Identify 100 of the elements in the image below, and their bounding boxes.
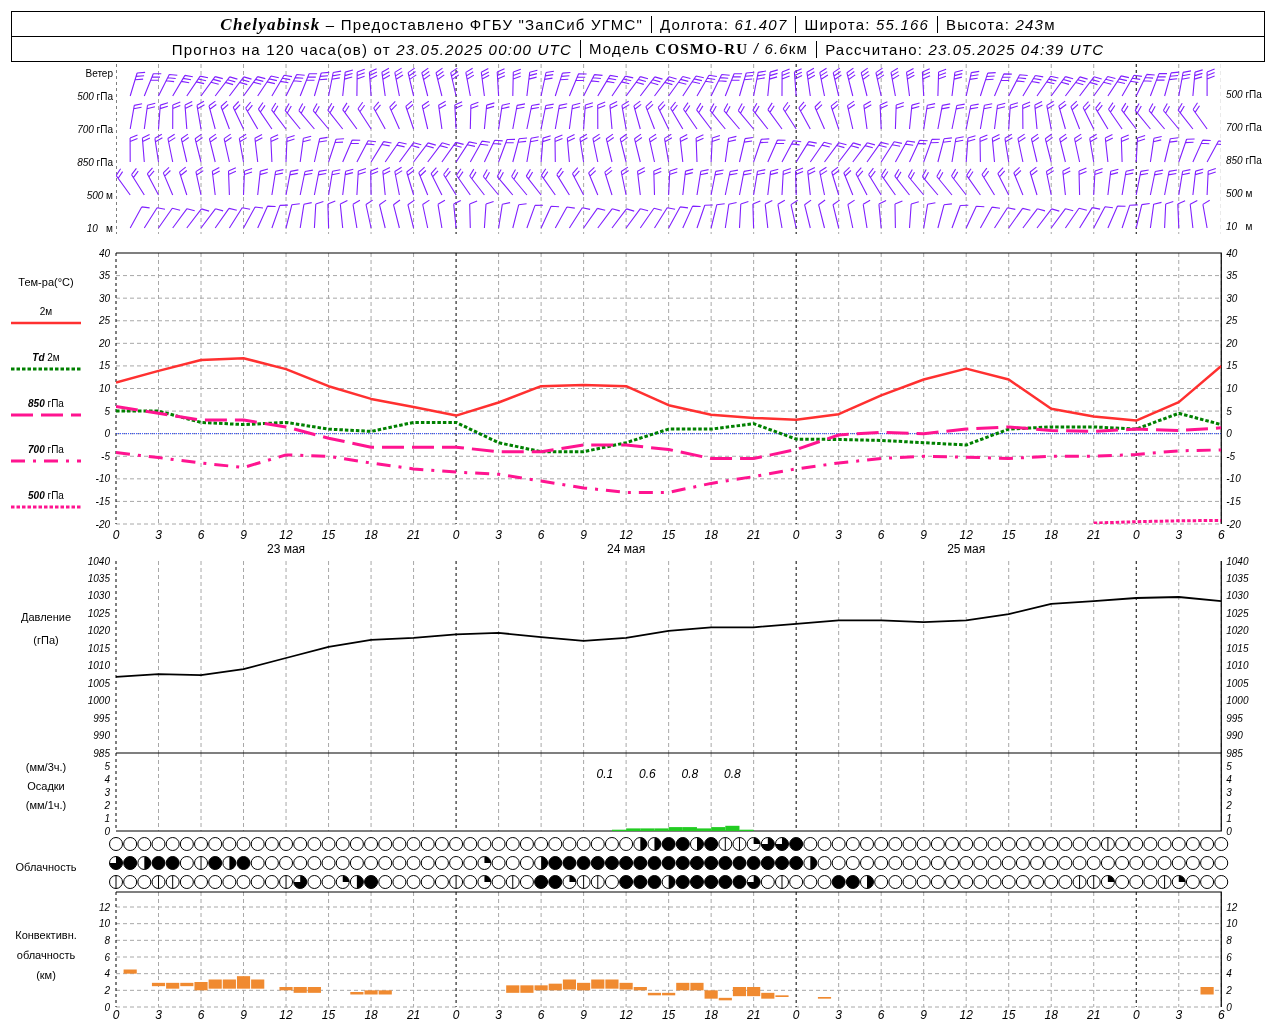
axis-tick-label: 15 [1226, 360, 1238, 372]
axis-tick-label: 1000 [1226, 695, 1249, 707]
axis-tick-label: 5 [104, 760, 110, 772]
axis-tick-label: 3 [155, 528, 162, 542]
axis-tick-label: 12 [98, 901, 110, 913]
header-text: Модель COSMO-RU / 6.6км [579, 40, 817, 58]
axis-tick-label: 985 [93, 747, 110, 759]
axis-tick-label: 15 [661, 1008, 676, 1022]
axis-tick-label: 8 [1226, 934, 1232, 946]
header-text: Прогноз на 120 часа(ов) от 23.05.2025 00:00 UTC [170, 40, 573, 58]
cloud-cover-symbol [647, 875, 662, 889]
axis-tick-label: 1 [1226, 812, 1232, 824]
cloud-cover-symbol [704, 856, 719, 870]
axis-tick-label: 25 [1226, 315, 1238, 327]
axis-tick-label: 3 [1226, 786, 1232, 798]
cloud-layer-bar [222, 979, 236, 989]
axis-tick-label: 3 [835, 1008, 842, 1022]
cloud-cover-symbol [222, 837, 237, 851]
axis-tick-label: 15 [1002, 528, 1016, 542]
date-label: 25 мая [947, 542, 986, 556]
cloud-cover-symbol [477, 837, 492, 851]
cloud-cover-symbol [420, 856, 435, 870]
axis-title: (мм/1ч.) [25, 798, 67, 812]
axis-tick-label: 995 [93, 712, 110, 724]
cloud-cover-symbol [1129, 837, 1144, 851]
axis-tick-label: -10 [1226, 473, 1241, 485]
cloud-cover-symbol [434, 856, 449, 870]
cloud-cover-symbol [945, 856, 960, 870]
cloud-cover-symbol [775, 856, 789, 870]
axis-tick-label: 21 [406, 1008, 421, 1022]
axis-title: (мм/3ч.) [25, 760, 67, 774]
cloud-cover-symbol [930, 856, 945, 870]
axis-title: (гПа) [33, 633, 59, 647]
axis-tick-label: 1005 [87, 677, 110, 689]
axis-tick-label: 3 [835, 528, 842, 542]
cloud-layer-bar [690, 982, 704, 991]
cloud-cover-symbol [789, 856, 804, 870]
axis-tick-label: 6 [877, 528, 885, 542]
cloud-cover-symbol [123, 856, 138, 870]
cloud-cover-symbol [1058, 837, 1073, 851]
axis-tick-label: 3 [495, 1008, 502, 1022]
cloud-cover-symbol [987, 856, 1002, 870]
cloud-cover-symbol [817, 856, 832, 870]
cloud-cover-symbol [945, 875, 960, 889]
cloud-cover-symbol [604, 856, 619, 870]
axis-tick-label: 15 [321, 1008, 336, 1022]
axis-tick-label: 1000 [87, 695, 110, 707]
cloud-cover-symbol [1185, 875, 1200, 889]
cloud-cover-symbol [1129, 875, 1144, 889]
cloud-cover-symbol [364, 875, 379, 889]
cloud-cover-symbol [463, 837, 478, 851]
axis-tick-label: 2 [104, 984, 110, 996]
cloud-cover-symbol [1157, 856, 1172, 870]
axis-tick-label: -20 [1226, 518, 1241, 530]
wind-level-label: 10 м [1226, 220, 1253, 234]
cloud-cover-symbol [930, 875, 945, 889]
cloud-cover-symbol [973, 837, 988, 851]
axis-tick-label: 9 [920, 1008, 928, 1022]
wind-level-label: 500 м [1226, 187, 1253, 201]
cloud-cover-symbol [789, 837, 804, 851]
axis-tick-label: 1025 [87, 607, 110, 619]
cloud-cover-symbol [604, 875, 619, 889]
axis-tick-label: 1035 [1226, 572, 1249, 584]
cloud-cover-symbol [789, 875, 804, 889]
cloud-cover-symbol [434, 875, 449, 889]
header-text: Chelyabinsk – Предоставлено ФГБУ "ЗапСиб УГМС" [219, 15, 644, 33]
cloud-cover-symbol [349, 837, 364, 851]
cloud-cover-symbol [661, 875, 676, 889]
axis-tick-label: 9 [920, 528, 928, 542]
axis-tick-label: 20 [1226, 337, 1238, 349]
precipitation-total: 0.8 [724, 767, 741, 781]
cloud-cover-symbol [477, 856, 492, 870]
cloud-cover-symbol [449, 856, 464, 870]
cloud-cover-symbol [760, 856, 775, 870]
axis-tick-label: 1025 [1226, 607, 1249, 619]
axis-tick-label: 15 [661, 528, 676, 542]
cloud-cover-symbol [718, 875, 733, 889]
cloud-cover-symbol [505, 856, 520, 870]
wind-level-label: 500 гПа [77, 90, 113, 104]
axis-tick-label: 3 [104, 786, 110, 798]
axis-tick-label: 1010 [87, 660, 110, 672]
wind-level-label: 10 м [86, 222, 113, 236]
cloud-cover-symbol [406, 856, 421, 870]
cloud-cover-symbol [151, 837, 166, 851]
axis-tick-label: 5 [1226, 760, 1232, 772]
cloud-cover-symbol [831, 837, 846, 851]
axis-tick-label: 1030 [87, 590, 110, 602]
cloud-cover-symbol [647, 856, 662, 870]
cloud-cover-symbol [590, 856, 605, 870]
axis-tick-label: 1030 [1226, 590, 1249, 602]
cloud-cover-symbol [689, 875, 704, 889]
cloud-layer-bar [747, 987, 761, 997]
axis-tick-label: 990 [1226, 730, 1243, 742]
cloud-cover-symbol [165, 837, 180, 851]
cloud-cover-symbol [902, 856, 917, 870]
cloud-cover-symbol [165, 856, 180, 870]
cloud-cover-symbol [1086, 837, 1101, 851]
cloud-cover-symbol [746, 875, 761, 889]
cloud-cover-symbol [236, 837, 251, 851]
cloud-cover-symbol [1143, 875, 1158, 889]
